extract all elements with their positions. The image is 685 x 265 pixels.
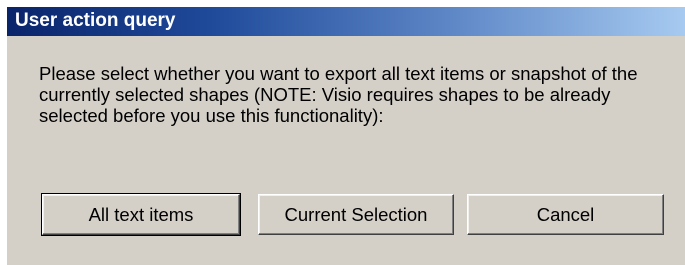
dialog-message: Please select whether you want to export… [39,63,638,126]
dialog-title-bar[interactable]: User action query [7,7,685,36]
dialog-title: User action query [15,10,176,31]
user-action-dialog: User action query Please select whether … [7,7,685,265]
all-text-items-button[interactable]: All text items [41,193,241,236]
cancel-button[interactable]: Cancel [467,194,664,235]
current-selection-button[interactable]: Current Selection [258,194,454,235]
